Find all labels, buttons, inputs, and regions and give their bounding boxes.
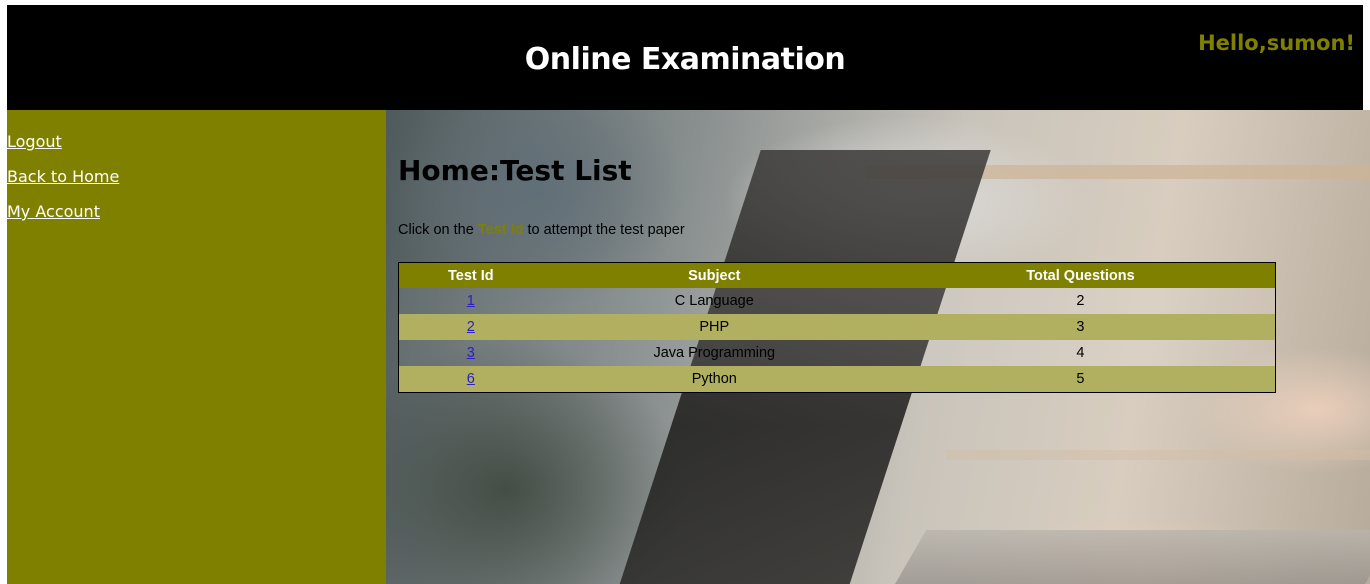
instruction-suffix: to attempt the test paper xyxy=(523,222,685,238)
main-content: Home:Test List Click on the Test Id to a… xyxy=(386,110,1370,584)
cell-test-id: 3 xyxy=(398,340,543,366)
cell-subject: PHP xyxy=(542,314,886,340)
cell-test-id: 2 xyxy=(398,314,543,340)
table-row: 1 C Language 2 xyxy=(398,288,1276,314)
cell-subject: Python xyxy=(542,366,886,393)
cell-total-questions: 3 xyxy=(885,314,1276,340)
cell-test-id: 6 xyxy=(398,366,543,393)
sidebar-item-back-to-home[interactable]: Back to Home xyxy=(7,167,119,186)
table-row: 3 Java Programming 4 xyxy=(398,340,1276,366)
test-list-table: Test Id Subject Total Questions 1 C Lang… xyxy=(398,262,1276,393)
cell-subject: C Language xyxy=(542,288,886,314)
sidebar-item-logout[interactable]: Logout xyxy=(7,132,62,151)
sidebar: Logout Back to Home My Account xyxy=(7,110,386,584)
background-laptop-keyboard xyxy=(885,530,1370,584)
instruction-text: Click on the Test Id to attempt the test… xyxy=(398,222,685,238)
cell-total-questions: 2 xyxy=(885,288,1276,314)
table-row: 6 Python 5 xyxy=(398,366,1276,393)
cell-total-questions: 4 xyxy=(885,340,1276,366)
test-id-link[interactable]: 1 xyxy=(467,293,475,309)
page: Online Examination Hello,sumon! Logout B… xyxy=(0,0,1370,584)
instruction-highlight: Test Id xyxy=(477,222,524,238)
test-id-link[interactable]: 2 xyxy=(467,319,475,335)
instruction-prefix: Click on the xyxy=(398,222,478,238)
column-header-total-questions: Total Questions xyxy=(885,262,1276,288)
test-id-link[interactable]: 6 xyxy=(467,371,475,387)
cell-test-id: 1 xyxy=(398,288,543,314)
site-header: Online Examination Hello,sumon! xyxy=(7,5,1363,110)
table-row: 2 PHP 3 xyxy=(398,314,1276,340)
background-shelf-lower xyxy=(946,450,1370,460)
cell-total-questions: 5 xyxy=(885,366,1276,393)
column-header-subject: Subject xyxy=(542,262,886,288)
table-header-row: Test Id Subject Total Questions xyxy=(398,262,1276,288)
test-id-link[interactable]: 3 xyxy=(467,345,475,361)
column-header-test-id: Test Id xyxy=(398,262,543,288)
page-title: Home:Test List xyxy=(398,154,632,187)
user-greeting: Hello,sumon! xyxy=(1198,31,1355,55)
cell-subject: Java Programming xyxy=(542,340,886,366)
site-title: Online Examination xyxy=(524,42,846,77)
sidebar-item-my-account[interactable]: My Account xyxy=(7,202,100,221)
